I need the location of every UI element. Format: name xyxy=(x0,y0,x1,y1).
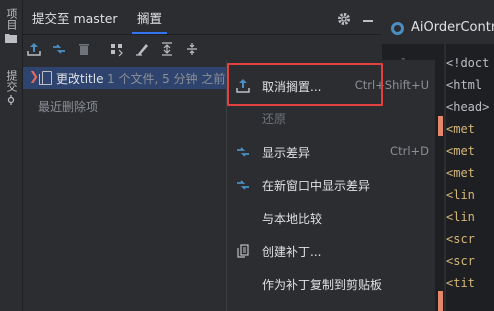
code-line: <lin xyxy=(446,188,475,202)
tool-window-stripe: 项目 提交 xyxy=(0,0,23,311)
menu-item-create-patch[interactable]: 创建补丁... xyxy=(227,237,435,265)
menu-item-label: 创建补丁... xyxy=(262,245,322,259)
menu-item-label: 还原 xyxy=(262,112,287,126)
project-tool-tab[interactable]: 项目 xyxy=(2,8,20,43)
editor-file-name: AiOrderControl xyxy=(411,20,494,35)
minimize-icon[interactable] xyxy=(363,20,373,22)
code-line: <html xyxy=(446,78,483,92)
code-line: <scr xyxy=(446,254,475,268)
code-line: <tit xyxy=(446,276,475,290)
code-area[interactable]: <!doct <html <head> <met <met <met <lin … xyxy=(446,44,494,311)
gear-icon[interactable] xyxy=(337,12,351,26)
menu-item-show-diff[interactable]: 显示差异 Ctrl+D xyxy=(227,138,435,166)
commit-icon xyxy=(7,95,15,105)
commit-tab-label: 提交 xyxy=(5,70,18,92)
expand-arrow-icon[interactable]: ❯ xyxy=(29,69,39,83)
tab-commit-to-master[interactable]: 提交至 master xyxy=(32,8,118,34)
clean-icon[interactable] xyxy=(134,41,150,57)
editor-file-tab[interactable]: AiOrderControl xyxy=(382,14,494,44)
recently-deleted-node[interactable]: 最近删除项 xyxy=(38,98,98,115)
menu-item-compare-local[interactable]: 与本地比较 xyxy=(227,204,435,232)
change-marker xyxy=(438,116,443,136)
shelf-item-meta: 1 个文件, 5 分钟 之前 xyxy=(107,72,226,86)
menu-item-label: 与本地比较 xyxy=(262,212,323,226)
changelist-icon xyxy=(39,71,52,85)
code-line: <lin xyxy=(446,210,475,224)
diff-icon xyxy=(237,147,249,157)
code-line: <met xyxy=(446,166,475,180)
code-line: <!doct xyxy=(446,56,490,70)
code-line: <scr xyxy=(446,232,475,246)
group-icon[interactable] xyxy=(109,41,125,57)
shelf-item-title: 更改title xyxy=(56,72,104,86)
unshelve-icon[interactable] xyxy=(26,41,42,57)
menu-item-diff-new-window[interactable]: 在新窗口中显示差异 xyxy=(227,171,435,199)
menu-item-shortcut: Ctrl+D xyxy=(390,144,429,158)
code-line: <met xyxy=(446,122,475,136)
folder-icon xyxy=(5,34,17,43)
diff-icon xyxy=(237,180,249,190)
diff-icon[interactable] xyxy=(51,41,67,57)
menu-item-label: 在新窗口中显示差异 xyxy=(262,179,371,193)
menu-item-copy-patch[interactable]: 作为补丁复制到剪贴板 xyxy=(227,270,435,298)
tab-shelf[interactable]: 搁置 xyxy=(131,8,168,34)
project-tab-label: 项目 xyxy=(5,8,18,30)
menu-item-label: 作为补丁复制到剪贴板 xyxy=(262,278,383,292)
delete-icon[interactable] xyxy=(76,41,92,57)
expand-all-icon[interactable] xyxy=(159,41,175,57)
menu-item-label: 显示差异 xyxy=(262,146,311,160)
menu-item-restore[interactable]: 还原 xyxy=(227,104,435,132)
code-line: <head> xyxy=(446,100,490,114)
code-line: <met xyxy=(446,144,475,158)
angular-file-icon xyxy=(391,22,404,35)
patch-icon xyxy=(237,244,249,258)
commit-tool-tab[interactable]: 提交 xyxy=(2,70,20,105)
panel-tab-bar: 提交至 master 搁置 xyxy=(23,0,381,35)
collapse-all-icon[interactable] xyxy=(184,41,200,57)
highlight-box xyxy=(227,63,383,106)
change-marker xyxy=(438,291,443,311)
